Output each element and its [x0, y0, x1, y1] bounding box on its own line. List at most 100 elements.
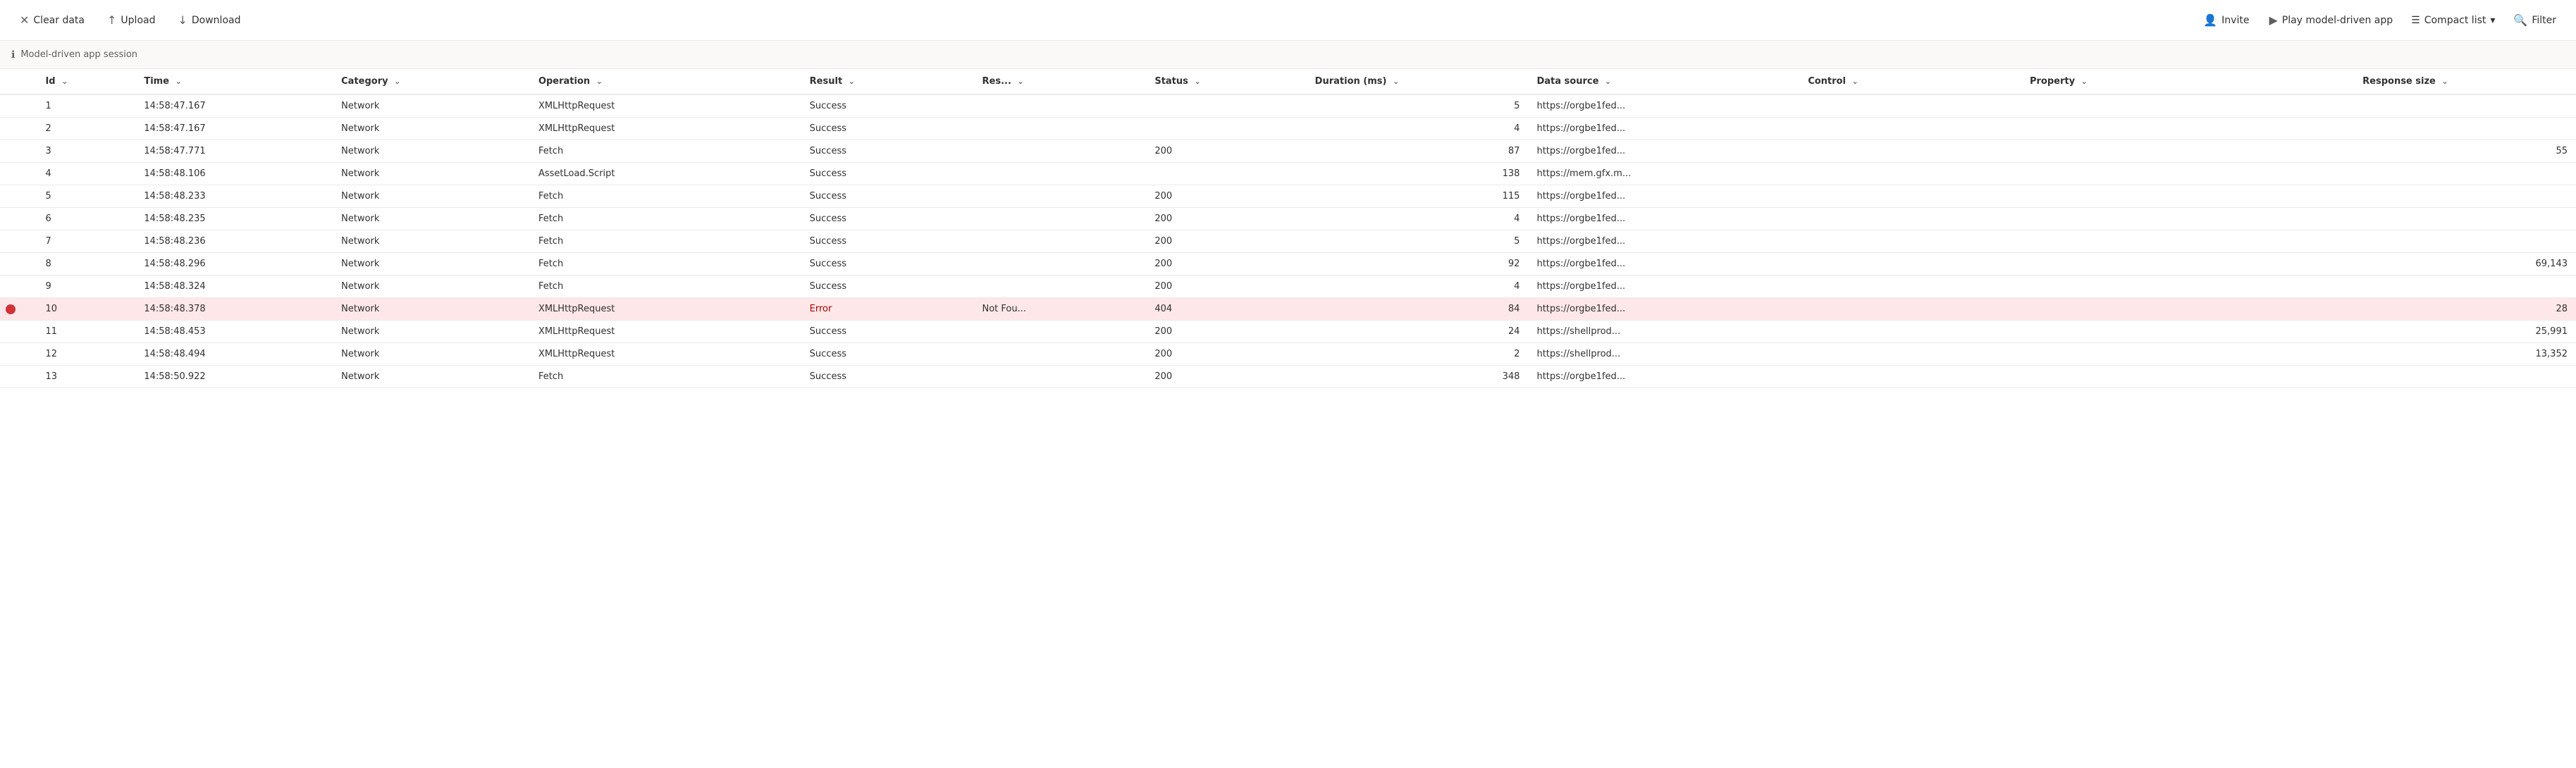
cell-control	[1799, 230, 2021, 253]
col-indicator	[0, 69, 37, 94]
cell-property	[2021, 321, 2354, 343]
cell-control	[1799, 343, 2021, 366]
download-button[interactable]: ↓ Download	[169, 9, 249, 31]
invite-label: Invite	[2221, 15, 2249, 26]
table-row[interactable]: 914:58:48.324NetworkFetchSuccess2004http…	[0, 275, 2576, 298]
col-id-sort-icon: ⌄	[61, 77, 68, 86]
cell-duration: 87	[1307, 140, 1529, 163]
cell-time: 14:58:48.378	[135, 298, 333, 321]
cell-control	[1799, 118, 2021, 140]
row-error-indicator-cell	[0, 185, 37, 208]
cell-res	[974, 163, 1147, 185]
filter-button[interactable]: 🔍 Filter	[2505, 9, 2565, 31]
cell-responsesize: 28	[2354, 298, 2576, 321]
cell-control	[1799, 253, 2021, 275]
col-operation-sort-icon: ⌄	[596, 77, 603, 86]
cell-duration: 138	[1307, 163, 1529, 185]
cell-property	[2021, 343, 2354, 366]
cell-responsesize	[2354, 230, 2576, 253]
compact-list-chevron-icon: ▾	[2490, 15, 2495, 26]
col-datasource-sort-icon: ⌄	[1605, 77, 1611, 86]
clear-data-icon: ✕	[20, 13, 29, 27]
cell-control	[1799, 163, 2021, 185]
col-header-datasource[interactable]: Data source ⌄	[1528, 69, 1799, 94]
info-icon: ℹ	[11, 49, 15, 61]
cell-datasource: https://orgbe1fed...	[1528, 298, 1799, 321]
cell-category: Network	[333, 366, 530, 388]
cell-result: Success	[801, 185, 974, 208]
cell-operation: Fetch	[530, 275, 801, 298]
cell-operation: XMLHttpRequest	[530, 94, 801, 118]
cell-datasource: https://orgbe1fed...	[1528, 118, 1799, 140]
cell-duration: 5	[1307, 94, 1529, 118]
table-row[interactable]: 614:58:48.235NetworkFetchSuccess2004http…	[0, 208, 2576, 230]
table-row[interactable]: 1014:58:48.378NetworkXMLHttpRequestError…	[0, 298, 2576, 321]
table-row[interactable]: 814:58:48.296NetworkFetchSuccess20092htt…	[0, 253, 2576, 275]
table-row[interactable]: 514:58:48.233NetworkFetchSuccess200115ht…	[0, 185, 2576, 208]
col-header-result[interactable]: Result ⌄	[801, 69, 974, 94]
cell-control	[1799, 321, 2021, 343]
cell-duration: 4	[1307, 208, 1529, 230]
compact-list-button[interactable]: ☰ Compact list ▾	[2404, 11, 2502, 30]
col-time-label: Time	[144, 76, 169, 87]
row-error-indicator-cell	[0, 253, 37, 275]
col-header-property[interactable]: Property ⌄	[2021, 69, 2354, 94]
col-header-res[interactable]: Res... ⌄	[974, 69, 1147, 94]
table-row[interactable]: 214:58:47.167NetworkXMLHttpRequestSucces…	[0, 118, 2576, 140]
table-row[interactable]: 314:58:47.771NetworkFetchSuccess20087htt…	[0, 140, 2576, 163]
table-row[interactable]: 1214:58:48.494NetworkXMLHttpRequestSucce…	[0, 343, 2576, 366]
play-label: Play model-driven app	[2282, 15, 2393, 26]
col-header-id[interactable]: Id ⌄	[37, 69, 135, 94]
cell-time: 14:58:48.453	[135, 321, 333, 343]
filter-icon: 🔍	[2513, 13, 2527, 27]
toolbar-right-actions: 👤 Invite ▶ Play model-driven app ☰ Compa…	[2195, 9, 2565, 31]
cell-res	[974, 94, 1147, 118]
table-row[interactable]: 714:58:48.236NetworkFetchSuccess2005http…	[0, 230, 2576, 253]
cell-result: Success	[801, 118, 974, 140]
upload-icon: ↑	[107, 13, 116, 27]
col-header-responsesize[interactable]: Response size ⌄	[2354, 69, 2576, 94]
cell-datasource: https://orgbe1fed...	[1528, 366, 1799, 388]
col-header-time[interactable]: Time ⌄	[135, 69, 333, 94]
download-icon: ↓	[178, 13, 187, 27]
clear-data-button[interactable]: ✕ Clear data	[11, 9, 93, 31]
cell-category: Network	[333, 118, 530, 140]
cell-datasource: https://shellprod...	[1528, 321, 1799, 343]
invite-button[interactable]: 👤 Invite	[2195, 9, 2257, 31]
subtitle-bar: ℹ Model-driven app session	[0, 41, 2576, 69]
cell-responsesize	[2354, 118, 2576, 140]
table-row[interactable]: 114:58:47.167NetworkXMLHttpRequestSucces…	[0, 94, 2576, 118]
cell-category: Network	[333, 94, 530, 118]
play-model-driven-app-button[interactable]: ▶ Play model-driven app	[2260, 9, 2401, 31]
upload-button[interactable]: ↑ Upload	[99, 9, 164, 31]
clear-data-label: Clear data	[33, 15, 85, 26]
table-row[interactable]: 414:58:48.106NetworkAssetLoad.ScriptSucc…	[0, 163, 2576, 185]
col-header-duration[interactable]: Duration (ms) ⌄	[1307, 69, 1529, 94]
cell-duration: 92	[1307, 253, 1529, 275]
cell-category: Network	[333, 298, 530, 321]
table-row[interactable]: 1114:58:48.453NetworkXMLHttpRequestSucce…	[0, 321, 2576, 343]
cell-property	[2021, 366, 2354, 388]
row-error-indicator-cell	[0, 140, 37, 163]
cell-datasource: https://orgbe1fed...	[1528, 253, 1799, 275]
col-header-operation[interactable]: Operation ⌄	[530, 69, 801, 94]
col-header-control[interactable]: Control ⌄	[1799, 69, 2021, 94]
cell-operation: Fetch	[530, 208, 801, 230]
cell-control	[1799, 366, 2021, 388]
col-header-status[interactable]: Status ⌄	[1146, 69, 1306, 94]
col-id-label: Id	[45, 76, 55, 87]
row-error-indicator-cell	[0, 118, 37, 140]
row-error-indicator-cell	[0, 275, 37, 298]
cell-status: 200	[1146, 366, 1306, 388]
table-body: 114:58:47.167NetworkXMLHttpRequestSucces…	[0, 94, 2576, 388]
cell-res	[974, 366, 1147, 388]
download-label: Download	[192, 15, 241, 26]
cell-res	[974, 275, 1147, 298]
col-header-category[interactable]: Category ⌄	[333, 69, 530, 94]
cell-result: Success	[801, 140, 974, 163]
cell-id: 1	[37, 94, 135, 118]
cell-control	[1799, 94, 2021, 118]
table-row[interactable]: 1314:58:50.922NetworkFetchSuccess200348h…	[0, 366, 2576, 388]
row-error-indicator-cell	[0, 94, 37, 118]
upload-label: Upload	[121, 15, 155, 26]
